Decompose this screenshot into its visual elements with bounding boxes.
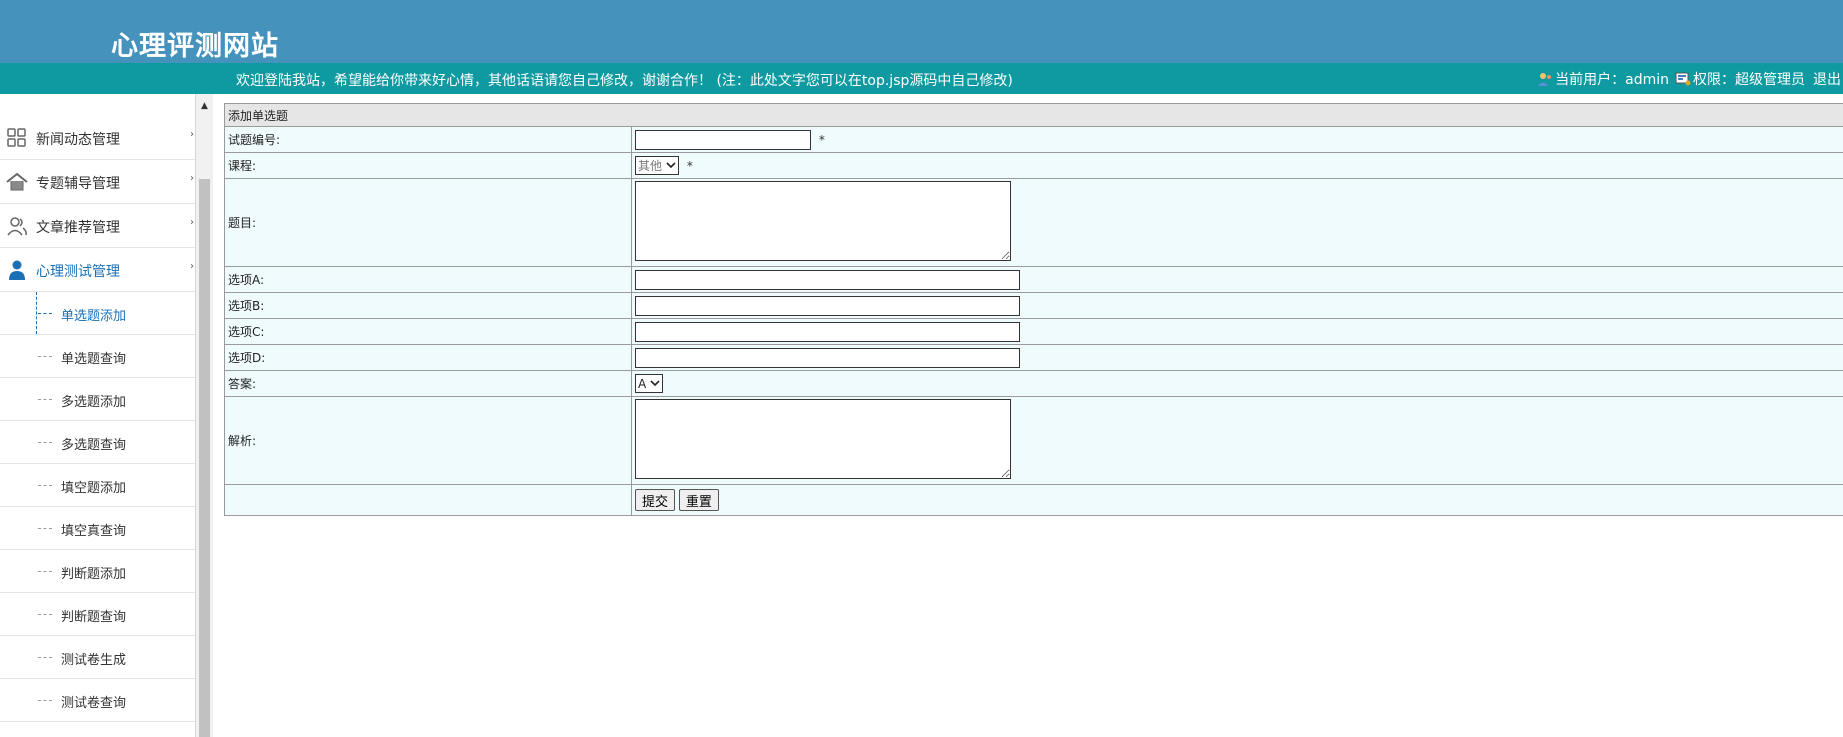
form-row-option-b: 选项B:	[224, 292, 1843, 319]
sub-item-paper-generate[interactable]: 测试卷生成	[0, 636, 195, 679]
site-header: 心理评测网站	[0, 0, 1843, 63]
form-title: 添加单选题	[224, 103, 1843, 127]
required-mark: *	[818, 132, 825, 147]
site-title: 心理评测网站	[111, 31, 279, 62]
sub-item-partial	[0, 722, 195, 737]
submit-button[interactable]: 提交	[635, 489, 676, 511]
field-label: 解析:	[224, 396, 632, 485]
sub-item-fill-query[interactable]: 填空真查询	[0, 507, 195, 550]
users-icon	[7, 217, 27, 236]
answer-select[interactable]: A	[635, 374, 664, 393]
chevron-down-icon	[666, 162, 676, 169]
course-select-value: 其他	[638, 159, 663, 173]
user-info: 当前用户：admin 权限：超级管理员 退出	[1537, 69, 1841, 89]
sub-item-single-add[interactable]: 单选题添加	[0, 292, 195, 335]
person-icon	[9, 260, 25, 280]
sub-item-judge-add[interactable]: 判断题添加	[0, 550, 195, 593]
home-icon	[6, 172, 28, 191]
form-row-course: 课程: 其他 *	[224, 152, 1843, 179]
sub-item-label: 单选题查询	[61, 352, 127, 367]
field-label: 题目:	[224, 178, 632, 267]
answer-select-value: A	[638, 376, 647, 391]
field-label: 试题编号:	[224, 126, 632, 153]
welcome-message: 欢迎登陆我站，希望能给你带来好心情，其他话语请您自己修改，谢谢合作！ (注：此处…	[236, 73, 1013, 89]
required-mark: *	[686, 159, 693, 173]
option-d-input[interactable]	[635, 347, 1020, 368]
sub-item-single-query[interactable]: 单选题查询	[0, 335, 195, 378]
field-label: 选项C:	[224, 318, 632, 345]
sidebar-item-psych-test[interactable]: 心理测试管理 ›	[0, 248, 195, 292]
sub-item-label: 单选题添加	[61, 309, 127, 324]
sub-item-label: 多选题添加	[61, 395, 127, 410]
field-label: 选项D:	[224, 344, 632, 371]
sub-item-multi-query[interactable]: 多选题查询	[0, 421, 195, 464]
sidebar-item-label: 新闻动态管理	[36, 132, 120, 148]
field-label: 课程:	[224, 152, 632, 179]
field-label: 答案:	[224, 370, 632, 397]
question-textarea[interactable]	[635, 181, 1011, 261]
sub-item-label: 多选题查询	[61, 438, 127, 453]
sub-item-label: 判断题添加	[61, 567, 127, 582]
current-user: 当前用户：admin	[1555, 72, 1669, 88]
grid-icon	[7, 128, 26, 147]
user-role: 权限：超级管理员	[1693, 72, 1805, 88]
sidebar-item-news[interactable]: 新闻动态管理 ›	[0, 116, 195, 160]
option-c-input[interactable]	[635, 321, 1020, 342]
analysis-textarea[interactable]	[635, 399, 1011, 479]
form-row-analysis: 解析:	[224, 396, 1843, 485]
user-icon	[1538, 73, 1552, 86]
form-row-number: 试题编号: *	[224, 126, 1843, 153]
sidebar-scrollbar[interactable]: ▲	[196, 94, 213, 737]
sub-item-multi-add[interactable]: 多选题添加	[0, 378, 195, 421]
permission-icon	[1675, 72, 1691, 86]
sidebar-item-label: 心理测试管理	[36, 264, 120, 280]
sub-item-label: 测试卷查询	[61, 696, 127, 711]
option-b-input[interactable]	[635, 295, 1020, 316]
form-header-row: 添加单选题	[224, 103, 1843, 127]
chevron-icon: ›	[190, 129, 194, 140]
form-row-answer: 答案: A	[224, 370, 1843, 397]
sub-item-label: 填空真查询	[61, 524, 127, 539]
form-row-option-d: 选项D:	[224, 344, 1843, 371]
sidebar: 新闻动态管理 › 专题辅导管理 › 文章推荐管理 › 心理测试管理 › 单选题添…	[0, 94, 196, 737]
sidebar-item-label: 专题辅导管理	[36, 176, 120, 192]
sub-item-judge-query[interactable]: 判断题查询	[0, 593, 195, 636]
form-row-actions: 提交 重置	[224, 484, 1843, 516]
scroll-up-arrow-icon[interactable]: ▲	[196, 100, 213, 112]
form-row-option-c: 选项C:	[224, 318, 1843, 345]
sub-item-fill-add[interactable]: 填空题添加	[0, 464, 195, 507]
chevron-down-icon	[650, 380, 660, 387]
sidebar-item-label: 文章推荐管理	[36, 220, 120, 236]
chevron-icon: ›	[190, 173, 194, 184]
form-row-question: 题目:	[224, 178, 1843, 267]
chevron-icon: ›	[190, 217, 194, 228]
reset-button[interactable]: 重置	[678, 489, 719, 511]
sidebar-item-articles[interactable]: 文章推荐管理 ›	[0, 204, 195, 248]
sub-item-label: 填空题添加	[61, 481, 127, 496]
sub-item-label: 测试卷生成	[61, 653, 127, 668]
scroll-thumb[interactable]	[199, 179, 210, 737]
form-area: 添加单选题 试题编号: * 课程: 其他 * 题目: 选项A: 选项B: 选项C…	[224, 103, 1843, 516]
add-question-form: 添加单选题 试题编号: * 课程: 其他 * 题目: 选项A: 选项B: 选项C…	[224, 103, 1843, 516]
logout-link[interactable]: 退出	[1813, 69, 1841, 89]
field-label: 选项B:	[224, 292, 632, 319]
question-number-input[interactable]	[635, 129, 811, 150]
sub-item-label: 判断题查询	[61, 610, 127, 625]
sub-item-paper-query[interactable]: 测试卷查询	[0, 679, 195, 722]
chevron-icon: ›	[190, 261, 194, 272]
sidebar-item-topics[interactable]: 专题辅导管理 ›	[0, 160, 195, 204]
option-a-input[interactable]	[635, 269, 1020, 290]
field-label: 选项A:	[224, 266, 632, 293]
welcome-bar: 欢迎登陆我站，希望能给你带来好心情，其他话语请您自己修改，谢谢合作！ (注：此处…	[0, 63, 1843, 94]
course-select[interactable]: 其他	[635, 156, 680, 175]
form-row-option-a: 选项A:	[224, 266, 1843, 293]
